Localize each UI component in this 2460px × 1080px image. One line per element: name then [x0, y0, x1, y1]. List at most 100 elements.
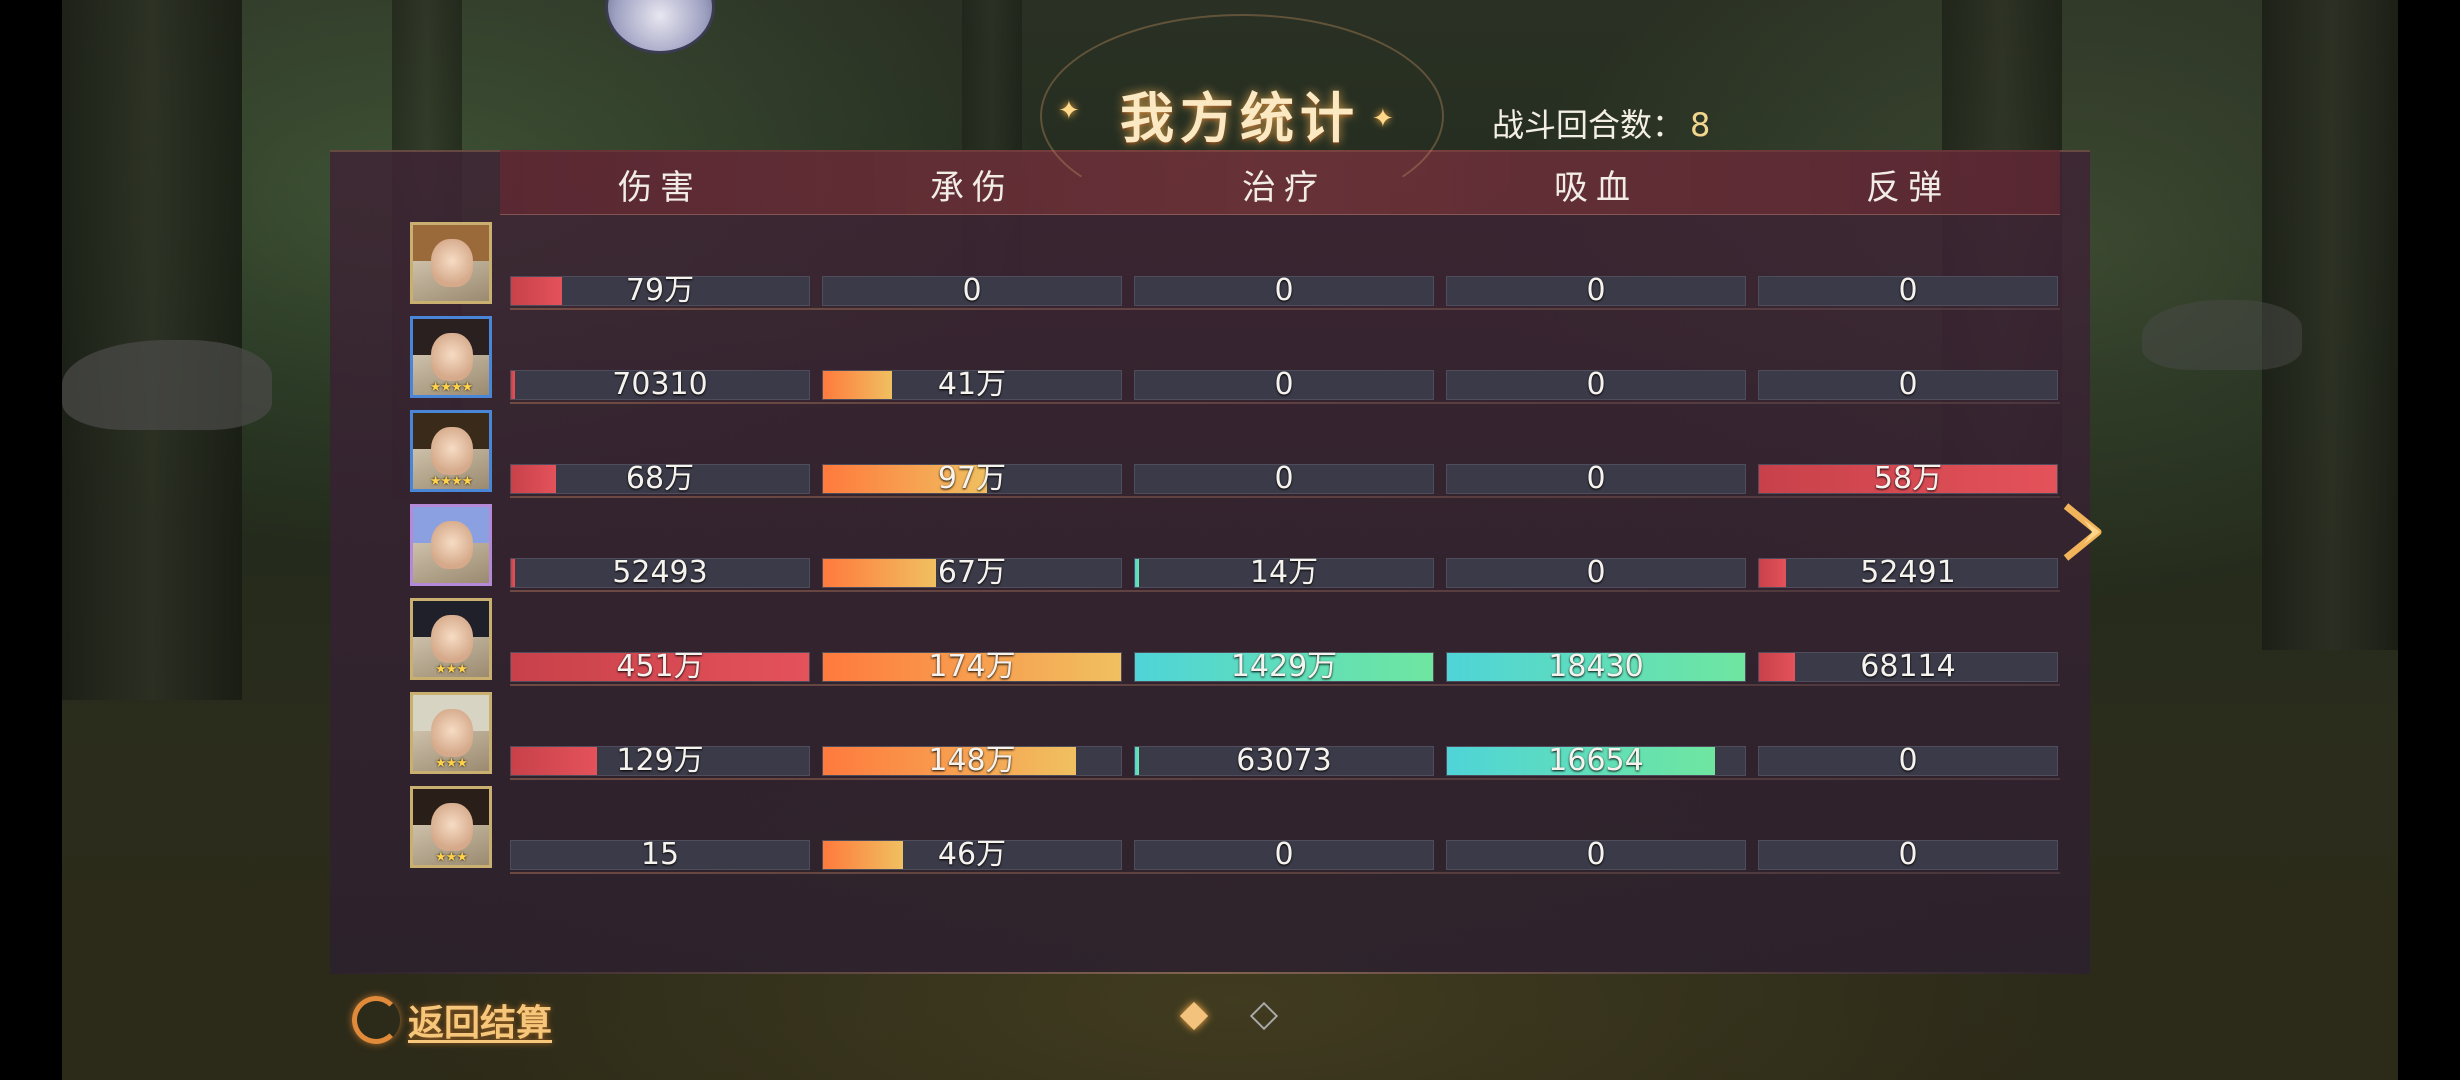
back-to-settlement-button[interactable]: 返回结算	[352, 990, 552, 1050]
stat-bar-healing: 0	[1134, 370, 1434, 400]
stat-value: 129万	[616, 743, 704, 778]
hero-face	[431, 709, 473, 757]
stat-bar-reflect: 52491	[1758, 558, 2058, 588]
stat-value: 58万	[1873, 461, 1943, 496]
stat-value: 0	[962, 273, 982, 308]
stat-bar-healing: 1429万	[1134, 652, 1434, 682]
hero-portrait[interactable]: ★★★	[410, 692, 492, 774]
column-header-lifesteal: 吸血	[1554, 168, 1638, 208]
stat-bar-damage-taken: 0	[822, 276, 1122, 306]
stat-bar-reflect: 0	[1758, 840, 2058, 870]
rounds-value: 8	[1690, 106, 1711, 144]
row-divider	[510, 590, 2060, 592]
stat-bar-lifesteal: 0	[1446, 276, 1746, 306]
stat-value: 0	[1274, 837, 1294, 872]
star-rating: ★★★	[435, 756, 468, 771]
stat-value: 63073	[1236, 743, 1332, 778]
page-title: 我方统计	[1120, 85, 1360, 150]
column-header-healing: 治疗	[1242, 168, 1326, 208]
background-rock	[62, 340, 272, 430]
stat-bar-damage: 15	[510, 840, 810, 870]
stat-value: 67万	[937, 555, 1007, 590]
hero-face	[431, 427, 473, 475]
stat-value: 97万	[937, 461, 1007, 496]
stat-bar-healing: 0	[1134, 464, 1434, 494]
stats-row: 79万 0 0 0 0	[410, 220, 2060, 314]
star-rating: ★★★★	[429, 380, 474, 395]
stat-value: 52491	[1860, 555, 1956, 590]
star-rating: ★★★	[435, 850, 468, 865]
stat-bar-lifesteal: 16654	[1446, 746, 1746, 776]
stat-value: 0	[1274, 367, 1294, 402]
stat-bar-healing: 14万	[1134, 558, 1434, 588]
stat-value: 46万	[937, 837, 1007, 872]
stat-bar-reflect: 0	[1758, 276, 2058, 306]
stat-bar-damage-taken: 174万	[822, 652, 1122, 682]
stat-bar-reflect: 68114	[1758, 652, 2058, 682]
hero-face	[431, 615, 473, 663]
hero-portrait[interactable]: ★★★	[410, 786, 492, 868]
stat-value: 15	[640, 837, 680, 872]
stat-value: 14万	[1249, 555, 1319, 590]
hero-portrait[interactable]	[410, 222, 492, 304]
row-divider	[510, 496, 2060, 498]
stat-value: 18430	[1548, 649, 1644, 684]
stat-value: 68114	[1860, 649, 1956, 684]
stat-value: 0	[1898, 273, 1918, 308]
stat-bar-healing: 0	[1134, 276, 1434, 306]
row-divider	[510, 684, 2060, 686]
stat-value: 451万	[616, 649, 704, 684]
stat-bar-lifesteal: 0	[1446, 840, 1746, 870]
hero-portrait[interactable]	[410, 504, 492, 586]
hero-face	[431, 333, 473, 381]
stat-bar-reflect: 0	[1758, 746, 2058, 776]
stat-bar-damage: 68万	[510, 464, 810, 494]
background-rock	[2142, 300, 2302, 370]
stat-value: 174万	[928, 649, 1016, 684]
stat-bar-damage-taken: 46万	[822, 840, 1122, 870]
stat-bar-damage-taken: 67万	[822, 558, 1122, 588]
stat-value: 79万	[625, 273, 695, 308]
stats-row: ★★★ 129万 148万 63073 16654 0	[410, 690, 2060, 784]
hero-face	[431, 521, 473, 569]
hero-portrait[interactable]: ★★★★	[410, 410, 492, 492]
row-divider	[510, 308, 2060, 310]
column-header-damage-taken: 承伤	[930, 168, 1014, 208]
star-rating: ★★★★	[429, 474, 474, 489]
stat-bar-damage: 129万	[510, 746, 810, 776]
next-page-arrow-icon[interactable]	[2058, 500, 2122, 564]
stat-bar-reflect: 58万	[1758, 464, 2058, 494]
stat-value: 70310	[612, 367, 708, 402]
rounds-label: 战斗回合数：	[1492, 106, 1685, 144]
stat-value: 0	[1274, 273, 1294, 308]
stat-value: 68万	[625, 461, 695, 496]
hero-portrait[interactable]: ★★★	[410, 598, 492, 680]
stat-value: 0	[1898, 837, 1918, 872]
column-header-damage: 伤害	[618, 168, 702, 208]
stat-value: 1429万	[1230, 649, 1338, 684]
column-header-reflect: 反弹	[1866, 168, 1950, 208]
stats-row: ★★★★ 68万 97万 0 0 58万	[410, 408, 2060, 502]
stats-row: ★★★★ 70310 41万 0 0 0	[410, 314, 2060, 408]
stat-value: 16654	[1548, 743, 1644, 778]
stat-value: 0	[1586, 837, 1606, 872]
stat-value: 0	[1898, 743, 1918, 778]
stat-bar-damage-taken: 148万	[822, 746, 1122, 776]
hero-portrait[interactable]: ★★★★	[410, 316, 492, 398]
stat-bar-damage: 52493	[510, 558, 810, 588]
panel-divider	[330, 972, 2090, 974]
stat-value: 0	[1586, 367, 1606, 402]
stat-bar-lifesteal: 0	[1446, 370, 1746, 400]
stat-value: 52493	[612, 555, 708, 590]
stat-bar-lifesteal: 0	[1446, 464, 1746, 494]
stat-value: 41万	[937, 367, 1007, 402]
stat-value: 0	[1586, 461, 1606, 496]
stats-row: 52493 67万 14万 0 52491	[410, 502, 2060, 596]
stat-value: 0	[1898, 367, 1918, 402]
star-rating: ★★★	[435, 662, 468, 677]
stats-row: ★★★ 451万 174万 1429万 18430 68114	[410, 596, 2060, 690]
row-divider	[510, 778, 2060, 780]
stat-bar-damage-taken: 97万	[822, 464, 1122, 494]
stat-bar-damage: 451万	[510, 652, 810, 682]
stat-bar-reflect: 0	[1758, 370, 2058, 400]
